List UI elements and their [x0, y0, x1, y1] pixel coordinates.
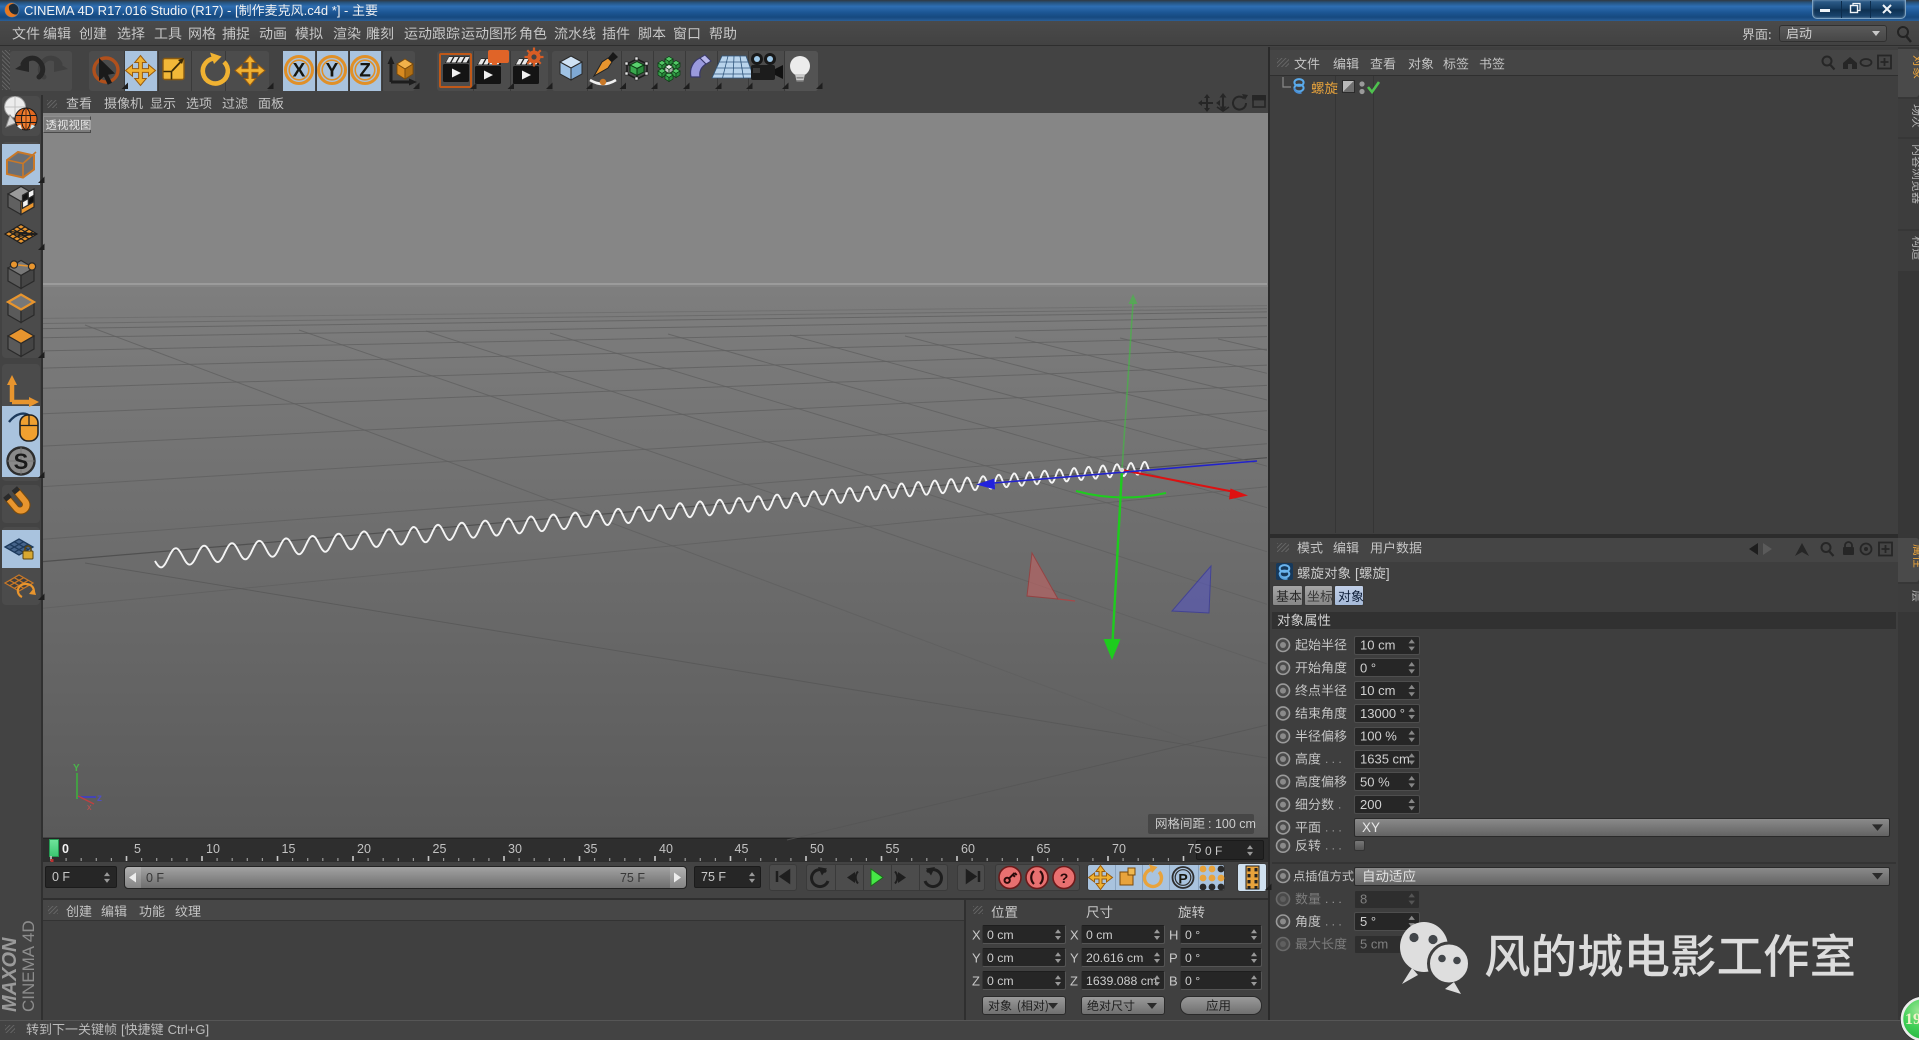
- svg-text:30: 30: [508, 842, 522, 856]
- svg-text:XY: XY: [1362, 820, 1380, 835]
- svg-text:P: P: [1178, 871, 1187, 887]
- svg-text:10 cm: 10 cm: [1360, 683, 1395, 698]
- svg-text:20: 20: [357, 842, 371, 856]
- svg-text:Y: Y: [73, 763, 80, 774]
- svg-text:X: X: [293, 61, 306, 82]
- svg-text:65: 65: [1037, 842, 1051, 856]
- svg-text:0 °: 0 °: [1185, 974, 1200, 988]
- svg-text:Z: Z: [359, 61, 371, 82]
- svg-text:1635 cm: 1635 cm: [1360, 752, 1410, 767]
- svg-text:. . .: . . .: [1325, 839, 1342, 853]
- svg-text:1639.088 cm: 1639.088 cm: [1086, 974, 1157, 988]
- svg-text:CINEMA 4D: CINEMA 4D: [19, 920, 38, 1012]
- svg-text:Ctrl+G]: Ctrl+G]: [168, 1022, 210, 1037]
- svg-text:: 100 cm: : 100 cm: [1208, 817, 1256, 831]
- svg-text:60: 60: [961, 842, 975, 856]
- svg-text:CINEMA 4D R17.016 Studio (R17): CINEMA 4D R17.016 Studio (R17) - [: [24, 3, 239, 18]
- svg-text:x: x: [87, 802, 92, 812]
- svg-text:. . .: . . .: [1325, 892, 1342, 906]
- svg-text:75: 75: [1188, 842, 1202, 856]
- svg-text:50: 50: [810, 842, 824, 856]
- svg-text:75 F: 75 F: [620, 871, 645, 885]
- svg-text:?: ?: [1060, 870, 1069, 886]
- svg-text:5: 5: [134, 842, 141, 856]
- svg-text:5 °: 5 °: [1360, 914, 1376, 929]
- svg-text:X: X: [972, 928, 981, 943]
- svg-text:0 F: 0 F: [146, 871, 164, 885]
- svg-text:[: [: [121, 1022, 125, 1037]
- svg-text:0 cm: 0 cm: [987, 974, 1014, 988]
- svg-text:MAXON: MAXON: [0, 937, 21, 1012]
- svg-text:0 °: 0 °: [1185, 951, 1200, 965]
- svg-text:10: 10: [206, 842, 220, 856]
- svg-text:0 F: 0 F: [1205, 844, 1222, 858]
- svg-text:. . .: . . .: [1325, 915, 1342, 929]
- svg-text:Y: Y: [972, 951, 981, 966]
- svg-text:0 cm: 0 cm: [987, 928, 1014, 942]
- svg-text:.c4d *] -: .c4d *] -: [304, 3, 349, 18]
- svg-text:. . .: . . .: [1325, 752, 1342, 766]
- svg-text:z: z: [97, 793, 102, 804]
- svg-text:200: 200: [1360, 797, 1382, 812]
- svg-text:75 F: 75 F: [701, 870, 726, 884]
- svg-text:20.616 cm: 20.616 cm: [1086, 951, 1143, 965]
- svg-text:X: X: [1070, 928, 1079, 943]
- svg-text:[: [: [1355, 566, 1359, 581]
- svg-text:Z: Z: [972, 974, 980, 989]
- svg-text:8: 8: [1360, 892, 1367, 907]
- svg-text:H: H: [1169, 928, 1178, 943]
- svg-text:40: 40: [659, 842, 673, 856]
- svg-text:0: 0: [62, 842, 69, 856]
- svg-text:Y: Y: [1070, 951, 1079, 966]
- svg-text:70: 70: [1112, 842, 1126, 856]
- svg-text:45: 45: [735, 842, 749, 856]
- svg-text:0 cm: 0 cm: [1086, 928, 1113, 942]
- svg-text:15: 15: [282, 842, 296, 856]
- svg-text:.: .: [1338, 798, 1341, 812]
- svg-text:Y: Y: [326, 61, 339, 82]
- svg-text:0 °: 0 °: [1185, 928, 1200, 942]
- svg-text:B: B: [1169, 974, 1178, 989]
- svg-text:10 cm: 10 cm: [1360, 638, 1395, 653]
- svg-text:5 cm: 5 cm: [1360, 937, 1388, 952]
- svg-text:0 °: 0 °: [1360, 660, 1376, 675]
- svg-text:25: 25: [433, 842, 447, 856]
- svg-text:]: ]: [1386, 566, 1390, 581]
- svg-text:35: 35: [584, 842, 598, 856]
- svg-text:0 cm: 0 cm: [987, 951, 1014, 965]
- svg-text:P: P: [1169, 951, 1178, 966]
- svg-text:. . .: . . .: [1325, 820, 1342, 834]
- svg-text:55: 55: [886, 842, 900, 856]
- svg-text:19: 19: [1905, 1011, 1919, 1028]
- svg-text:100 %: 100 %: [1360, 729, 1397, 744]
- svg-text:0 F: 0 F: [52, 870, 70, 884]
- svg-text:50 %: 50 %: [1360, 774, 1390, 789]
- svg-text:Z: Z: [1070, 974, 1078, 989]
- svg-text:S: S: [14, 449, 29, 474]
- svg-text:13000 °: 13000 °: [1360, 706, 1405, 721]
